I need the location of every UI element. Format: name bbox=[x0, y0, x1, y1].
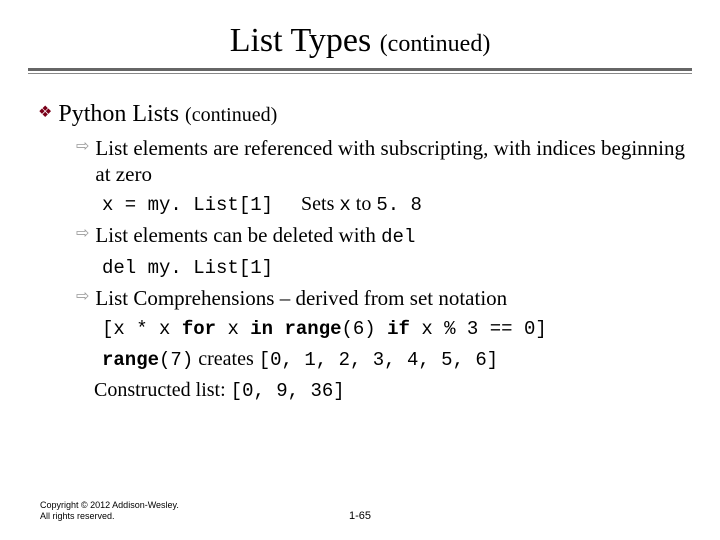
divider-thin bbox=[28, 73, 692, 74]
bullet-2: ⇨ List elements can be deleted with del bbox=[76, 222, 688, 250]
range-list: [0, 1, 2, 3, 4, 5, 6] bbox=[259, 349, 498, 371]
page-number: 1-65 bbox=[0, 510, 720, 522]
bullet-1-text: List elements are referenced with subscr… bbox=[95, 135, 688, 187]
bullet-2-prefix: List elements can be deleted with bbox=[95, 223, 381, 247]
arrow-icon: ⇨ bbox=[76, 135, 89, 159]
code-mid1: x bbox=[216, 318, 250, 340]
kw-in: in bbox=[250, 318, 273, 340]
title-main: List Types bbox=[230, 22, 372, 59]
bullet-1: ⇨ List elements are referenced with subs… bbox=[76, 135, 688, 187]
explain-var: x bbox=[339, 194, 350, 216]
arrow-icon: ⇨ bbox=[76, 222, 89, 246]
bullet-1-sub: x = my. List[1] Sets x to 5. 8 bbox=[102, 191, 688, 218]
bullet-3-code: [x * x for x in range(6) if x % 3 == 0] bbox=[102, 315, 688, 342]
arrow-icon: ⇨ bbox=[76, 285, 89, 309]
range-arg: (7) bbox=[159, 349, 193, 371]
bullet-3: ⇨ List Comprehensions – derived from set… bbox=[76, 285, 688, 311]
bullet-3-text: List Comprehensions – derived from set n… bbox=[95, 285, 507, 311]
kw-if: if bbox=[387, 318, 410, 340]
explain-val: 5. 8 bbox=[376, 194, 422, 216]
kw-range: range bbox=[102, 349, 159, 371]
bullet-2-text: List elements can be deleted with del bbox=[95, 222, 415, 250]
heading-suffix: (continued) bbox=[185, 104, 277, 126]
heading-row: ❖ Python Lists (continued) bbox=[38, 100, 688, 129]
code-snippet: del my. List[1] bbox=[102, 257, 273, 279]
explain-prefix: Sets bbox=[301, 193, 339, 215]
creates-text: creates bbox=[193, 348, 259, 370]
constructed-label: Constructed list: bbox=[94, 379, 231, 401]
slide-title: List Types (continued) bbox=[230, 22, 491, 60]
explain-mid: to bbox=[351, 193, 377, 215]
content-area: ❖ Python Lists (continued) ⇨ List elemen… bbox=[28, 100, 692, 404]
heading-main: Python Lists bbox=[58, 101, 179, 127]
title-block: List Types (continued) bbox=[28, 22, 692, 60]
slide: List Types (continued) ❖ Python Lists (c… bbox=[0, 0, 720, 540]
constructed-list: [0, 9, 36] bbox=[231, 380, 345, 402]
bullet-2-sub: del my. List[1] bbox=[102, 254, 688, 281]
code-mid2 bbox=[273, 318, 284, 340]
heading-text: Python Lists (continued) bbox=[58, 100, 277, 129]
code-pre: [x * x bbox=[102, 318, 182, 340]
bullet-3-line2: range(7) creates [0, 1, 2, 3, 4, 5, 6] bbox=[102, 346, 688, 373]
title-suffix: (continued) bbox=[380, 31, 491, 57]
code-snippet: x = my. List[1] bbox=[102, 194, 273, 216]
divider-thick bbox=[28, 68, 692, 71]
bullet-3-line3: Constructed list: [0, 9, 36] bbox=[94, 377, 688, 404]
code-paren1: (6) bbox=[342, 318, 388, 340]
diamond-bullet-icon: ❖ bbox=[38, 100, 52, 126]
kw-for: for bbox=[182, 318, 216, 340]
kw-range: range bbox=[284, 318, 341, 340]
code-tail: x % 3 == 0] bbox=[410, 318, 547, 340]
bullet-2-code: del bbox=[381, 226, 415, 248]
